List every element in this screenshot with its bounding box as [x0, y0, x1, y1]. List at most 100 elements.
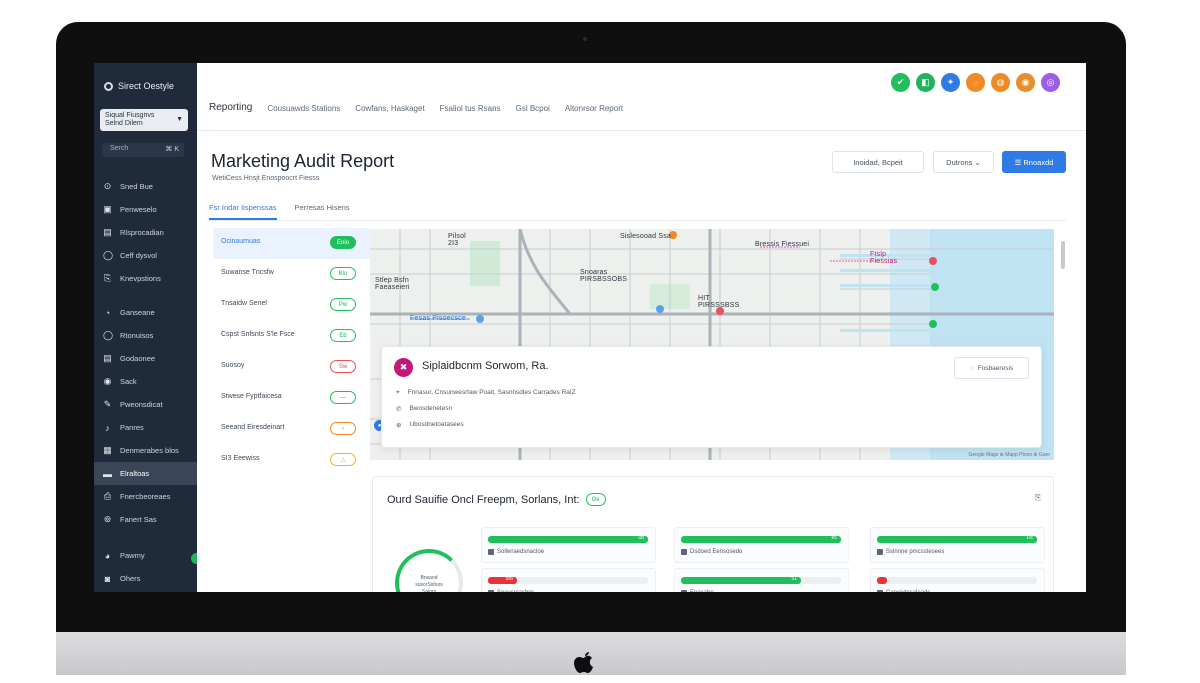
search-shortcut: ⌘ K — [165, 146, 179, 153]
app-circle-icon[interactable]: ◍ — [991, 73, 1010, 92]
metric-card[interactable]: 0b Sollwraedsnacloe — [481, 527, 656, 563]
business-action-button[interactable]: ◌ Fosbaeresis — [954, 357, 1029, 379]
metric-card[interactable]: e5 Dsdoed Eensosedo — [674, 527, 849, 563]
map-label: Stlep Bsfn Faeaseieri — [375, 277, 410, 291]
subtab-second[interactable]: Perresas Hisens — [295, 203, 350, 220]
secondary-button[interactable]: Inoidad, Bcpeit — [832, 151, 924, 173]
metric-card[interactable]: Caneivtesaleads — [870, 568, 1045, 592]
nav-icon: ◯ — [103, 330, 114, 340]
sidebar-item-16[interactable]: ◕ Pawmy — [94, 544, 197, 567]
metric-icon — [877, 549, 883, 555]
sidebar-item-2[interactable]: ▣ Penweselo — [94, 198, 197, 221]
workspace-label: Siqual Fiusgnvs Selnd Dilem — [105, 112, 155, 127]
sidebar-item-5[interactable]: ⎘ Knevpstions — [94, 267, 197, 290]
scrollbar[interactable] — [1061, 241, 1065, 269]
app-circle-icon[interactable]: ◎ — [1041, 73, 1060, 92]
nav-icon: ◕ — [104, 550, 111, 561]
sidebar-item-4[interactable]: ◯ Ceff dysvol — [94, 244, 197, 267]
brand-name: Sirect Oestyle — [118, 81, 175, 91]
score-gauge: Bnsaod susorSsfoos Saiors — [395, 549, 463, 592]
sidebar-item-1[interactable]: ⊙ Sned Bue — [94, 175, 197, 198]
sidebar-item-17[interactable]: ◙ Ohers — [94, 567, 197, 590]
sidebar-item-label: Pawmy — [120, 551, 145, 560]
options-dropdown-button[interactable]: Dutrons ⌄ — [933, 151, 994, 173]
progress-track — [877, 577, 1037, 584]
score-panel: Ourd Sauifie Oncl Freepm, Sorlans, Int: … — [372, 476, 1054, 592]
progress-track: e5 — [681, 535, 841, 543]
progress-fill: e5 — [681, 535, 841, 543]
app-circle-icon[interactable]: ◉ — [1016, 73, 1035, 92]
sidebar-item-15[interactable]: ⊚ Fanert Sas — [94, 508, 197, 531]
filter-item[interactable]: Seeand Eiresdeinart ♁ — [213, 414, 370, 445]
sidebar-item-14[interactable]: ⎙ Fnercbeoreaes — [94, 485, 197, 508]
metric-label: Enocabe — [681, 590, 714, 592]
main-content: Reporting Cousuawds Stations Cowfans, Hask… — [197, 63, 1086, 592]
sidebar-item-10[interactable]: ✎ Pweonsdicat — [94, 393, 197, 416]
brand-logo-icon — [104, 81, 113, 91]
workspace-select[interactable]: Siqual Fiusgnvs Selnd Dilem ▼ — [100, 109, 188, 131]
app-circle-icon[interactable]: ◌ — [966, 73, 985, 92]
pin-icon: ⌖ — [396, 389, 400, 396]
filter-status-pill: ♁ — [330, 422, 356, 435]
tab-divider — [209, 220, 1066, 221]
sidebar-item-9[interactable]: ◉ Sack — [94, 370, 197, 393]
metric-label: Caneivtesaleads — [877, 590, 930, 592]
sidebar-item-label: Rtonuisos — [120, 331, 154, 340]
filter-label: Cspst Snfsnts S'le Fsce — [221, 331, 295, 338]
top-tab-6[interactable]: Altonrsor Report — [565, 104, 623, 113]
sidebar-item-3[interactable]: ▤ Rlsprocadian — [94, 221, 197, 244]
top-tab-5[interactable]: Gsl Bcpoi — [516, 104, 550, 113]
filter-item[interactable]: Stwese Fyptfaicesa — — [213, 383, 370, 414]
nav-icon: ▬ — [103, 468, 112, 479]
nav-icon: ◯ — [103, 250, 114, 260]
filter-item[interactable]: SI3 Eeewiss △ — [213, 445, 370, 476]
sidebar-item-13[interactable]: ▬ Elraltoas — [94, 462, 197, 485]
nav-icon: ▤ — [103, 227, 112, 237]
filter-status-pill: Enio — [330, 236, 356, 249]
filter-item[interactable]: Suwanse Tncsfw Blo — [213, 259, 370, 290]
primary-button[interactable]: ☰ Rnoaxdd — [1002, 151, 1066, 173]
filter-item[interactable]: Suosoy Sw — [213, 352, 370, 383]
sidebar-item-label: Knevpstions — [120, 274, 161, 283]
metric-card[interactable]: Dc Sslnnne pmcsstesees — [870, 527, 1045, 563]
brand[interactable]: Sirect Oestyle — [104, 81, 174, 91]
filter-label: SI3 Eeewiss — [221, 455, 260, 462]
sidebar-item-8[interactable]: ▤ Godaonee — [94, 347, 197, 370]
business-phone: ✆ Bwosdenetesn — [396, 405, 453, 413]
metric-label: Sslnnne pmcsstesees — [877, 549, 944, 555]
business-website[interactable]: ⊕ Ubosdnetoatasees — [396, 421, 464, 429]
nav-icon: ⎘ — [103, 273, 112, 283]
map-label: HIT PIRSSSBSS — [698, 295, 740, 309]
sidebar-item-7[interactable]: ◯ Rtonuisos — [94, 324, 197, 347]
more-icon[interactable]: ⎘ — [1035, 493, 1041, 503]
filter-item[interactable]: Cspst Snfsnts S'le Fsce Eb — [213, 321, 370, 352]
subtab-active[interactable]: Fsr Indar Iispenssas — [209, 203, 277, 220]
nav-icon: ◔ — [104, 307, 111, 318]
sidebar-item-12[interactable]: ▦ Denmerabes blos — [94, 439, 197, 462]
business-name: Siplaidbcnm Sorwom, Ra. — [422, 360, 549, 372]
filter-status-pill: △ — [330, 453, 356, 466]
search-placeholder: Serch — [110, 145, 129, 152]
filter-label: Ocinaumuas — [221, 238, 261, 245]
phone-icon: ✆ — [396, 406, 402, 413]
filter-item[interactable]: Tnsaidw Senel Pw — [213, 290, 370, 321]
metric-card[interactable]: 51 Enocabe — [674, 568, 849, 592]
top-tab-1[interactable]: Reporting — [209, 102, 252, 113]
app-circle-icon[interactable]: ✦ — [941, 73, 960, 92]
top-tab-4[interactable]: Fsaliol tus Rsans — [440, 104, 501, 113]
progress-value: Dc — [1026, 535, 1033, 541]
metric-card[interactable]: 5rb Snevcrcasbrn — [481, 568, 656, 592]
sidebar-item-6[interactable]: ◔ Ganseane — [94, 301, 197, 324]
top-tab-3[interactable]: Cowfans, Haskaget — [355, 104, 424, 113]
sidebar-item-11[interactable]: ♪ Panres — [94, 416, 197, 439]
app-circle-icon[interactable]: ◧ — [916, 73, 935, 92]
filter-status-pill: — — [330, 391, 356, 404]
top-tab-2[interactable]: Cousuawds Stations — [267, 104, 340, 113]
filter-item[interactable]: Ocinaumuas Enio — [213, 228, 370, 259]
sidebar-nav: ⊙ Sned Bue ▣ Penweselo ▤ Rlsprocadian ◯ Ceff dy… — [94, 175, 197, 590]
sidebar-search[interactable]: Serch ⌘ K — [102, 143, 184, 157]
camera — [583, 37, 587, 41]
app-circle-icon[interactable]: ✔ — [891, 73, 910, 92]
sidebar-item-label: Penweselo — [120, 205, 157, 214]
filter-label: Stwese Fyptfaicesa — [221, 393, 282, 400]
